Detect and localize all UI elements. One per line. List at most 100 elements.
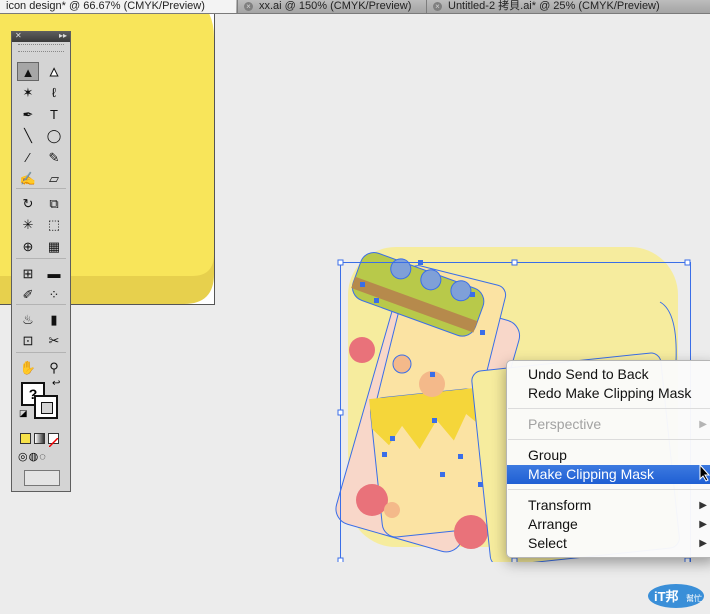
menu-label: Arrange — [528, 516, 578, 532]
document-tab-bar: icon design* @ 66.67% (CMYK/Preview) × xx… — [0, 0, 710, 14]
menu-item-group[interactable]: Group — [507, 446, 710, 465]
blob-brush-tool-icon: ✍ — [19, 171, 37, 186]
none-mode-button[interactable] — [48, 433, 59, 448]
hand-tool[interactable]: ✋ — [17, 358, 39, 377]
slice-tool-icon: ✂ — [48, 333, 60, 348]
type-tool[interactable]: T — [43, 105, 65, 124]
color-mode-button[interactable] — [20, 433, 31, 444]
pencil-tool[interactable]: ✎ — [43, 148, 65, 167]
eraser-tool[interactable]: ▱ — [43, 169, 65, 188]
tools-panel-header[interactable]: ✕ ▸▸ — [12, 31, 70, 42]
logo-text: iT邦 — [654, 589, 679, 604]
stroke-swatch[interactable] — [34, 395, 58, 419]
context-menu: Undo Send to Back Redo Make Clipping Mas… — [506, 360, 710, 558]
zoom-tool[interactable]: ⚲ — [43, 358, 65, 377]
paintbrush-tool[interactable]: ∕ — [17, 148, 39, 167]
mesh-tool-icon: ⊞ — [22, 266, 34, 281]
column-graph-tool-icon: ▮ — [50, 312, 58, 327]
submenu-arrow-icon: ▶ — [699, 419, 707, 430]
warp-tool-icon: ✳ — [22, 217, 34, 232]
artboard-tool[interactable]: ⊡ — [17, 331, 39, 350]
menu-item-undo-send-to-back[interactable]: Undo Send to Back — [507, 365, 710, 384]
menu-item-perspective: Perspective ▶ — [507, 415, 710, 434]
panel-grip[interactable] — [18, 44, 64, 52]
default-colors-icon[interactable]: ◪ — [19, 408, 28, 419]
menu-label: Make Clipping Mask — [528, 466, 655, 482]
close-icon[interactable]: ✕ — [15, 31, 22, 40]
tab-close-icon[interactable]: × — [244, 2, 253, 11]
menu-label: Perspective — [528, 416, 602, 432]
ithome-logo: iT邦 幫忙 — [648, 584, 704, 608]
selection-tool[interactable]: ▲ — [17, 62, 39, 81]
pen-tool-icon: ✒ — [22, 107, 34, 122]
pen-tool[interactable]: ✒ — [17, 105, 39, 124]
tab-icon-design[interactable]: icon design* @ 66.67% (CMYK/Preview) — [0, 0, 236, 13]
line-tool[interactable]: ╲ — [17, 126, 39, 145]
gradient-mode-button[interactable] — [34, 433, 45, 444]
blob-brush-tool[interactable]: ✍ — [17, 169, 39, 188]
line-tool-icon: ╲ — [24, 128, 32, 143]
orange-dot — [392, 354, 412, 374]
tab-title: icon design* @ 66.67% (CMYK/Preview) — [6, 0, 205, 12]
menu-item-redo-make-clipping-mask[interactable]: Redo Make Clipping Mask — [507, 384, 710, 403]
eraser-tool-icon: ▱ — [49, 171, 59, 186]
menu-item-make-clipping-mask[interactable]: Make Clipping Mask — [507, 465, 710, 484]
column-graph-tool[interactable]: ▮ — [43, 310, 65, 329]
menu-label: Transform — [528, 497, 592, 513]
tab-title: xx.ai @ 150% (CMYK/Preview) — [259, 0, 412, 12]
perspective-grid-tool[interactable]: ▦ — [43, 237, 65, 256]
logo-subtext: 幫忙 — [686, 593, 702, 603]
tab-title: Untitled-2 拷貝.ai* @ 25% (CMYK/Preview) — [448, 0, 660, 12]
submenu-arrow-icon: ▶ — [699, 519, 707, 530]
menu-label: Undo Send to Back — [528, 366, 649, 382]
symbol-sprayer-tool-icon: ♨ — [22, 312, 34, 327]
free-transform-tool[interactable]: ⬚ — [43, 215, 65, 234]
tool-group-separator — [16, 258, 66, 259]
menu-label: Group — [528, 447, 567, 463]
lasso-tool[interactable]: ℓ — [43, 83, 65, 102]
symbol-sprayer-tool[interactable]: ♨ — [17, 310, 39, 329]
menu-item-arrange[interactable]: Arrange ▶ — [507, 515, 710, 534]
orange-dot — [384, 502, 400, 518]
tool-group-separator — [16, 352, 66, 353]
menu-separator — [508, 439, 710, 440]
hand-tool-icon: ✋ — [19, 360, 37, 375]
lasso-tool-icon: ℓ — [51, 85, 57, 100]
magic-wand-tool[interactable]: ✶ — [17, 83, 39, 102]
eyedropper-tool[interactable]: ✐ — [17, 285, 39, 304]
warp-tool[interactable]: ✳ — [17, 215, 39, 234]
menu-separator — [508, 408, 710, 409]
selection-tool-icon: ▲ — [21, 65, 35, 80]
red-dot — [454, 515, 488, 549]
direct-selection-tool[interactable]: ▲ — [43, 62, 65, 81]
document-canvas[interactable]: Undo Send to Back Redo Make Clipping Mas… — [0, 14, 710, 614]
zoom-tool-icon: ⚲ — [49, 360, 59, 375]
tab-untitled-2[interactable]: × Untitled-2 拷貝.ai* @ 25% (CMYK/Preview) — [426, 0, 710, 13]
tools-panel: ✕ ▸▸ ▲ ▲ ✶ ℓ ✒ T ╲ ◯ ∕ ✎ ✍ ▱ ↻ ⧉ ✳ ⬚ ⊕ ▦ ⊞ ▬ ✐ ⁘ ♨ ▮ ⊡ ✂ ✋ ⚲ ? ↩ ◪ … — [11, 31, 71, 492]
shape-builder-tool[interactable]: ⊕ — [17, 237, 39, 256]
draw-mode-icons[interactable]: ◎◍◌ — [18, 450, 47, 463]
slice-tool[interactable]: ✂ — [43, 331, 65, 350]
mesh-tool[interactable]: ⊞ — [17, 264, 39, 283]
gradient-tool[interactable]: ▬ — [43, 264, 65, 283]
blend-tool-icon: ⁘ — [48, 287, 60, 302]
submenu-arrow-icon: ▶ — [699, 500, 707, 511]
blend-tool[interactable]: ⁘ — [43, 285, 65, 304]
rotate-tool-icon: ↻ — [22, 196, 34, 211]
menu-item-transform[interactable]: Transform ▶ — [507, 496, 710, 515]
perspective-grid-tool-icon: ▦ — [47, 239, 61, 254]
scale-tool[interactable]: ⧉ — [43, 194, 65, 213]
collapse-icon[interactable]: ▸▸ — [59, 31, 67, 40]
swap-colors-icon[interactable]: ↩ — [52, 378, 60, 389]
menu-item-select[interactable]: Select ▶ — [507, 534, 710, 553]
direct-selection-tool-icon: ▲ — [47, 63, 61, 79]
tool-group-separator — [16, 188, 66, 189]
pencil-tool-icon: ✎ — [48, 150, 60, 165]
screen-mode-button[interactable] — [24, 470, 60, 486]
ellipse-tool[interactable]: ◯ — [43, 126, 65, 145]
tab-close-icon[interactable]: × — [433, 2, 442, 11]
tab-xx-ai[interactable]: × xx.ai @ 150% (CMYK/Preview) — [237, 0, 425, 13]
menu-label: Redo Make Clipping Mask — [528, 385, 692, 401]
free-transform-tool-icon: ⬚ — [47, 217, 61, 232]
rotate-tool[interactable]: ↻ — [17, 194, 39, 213]
